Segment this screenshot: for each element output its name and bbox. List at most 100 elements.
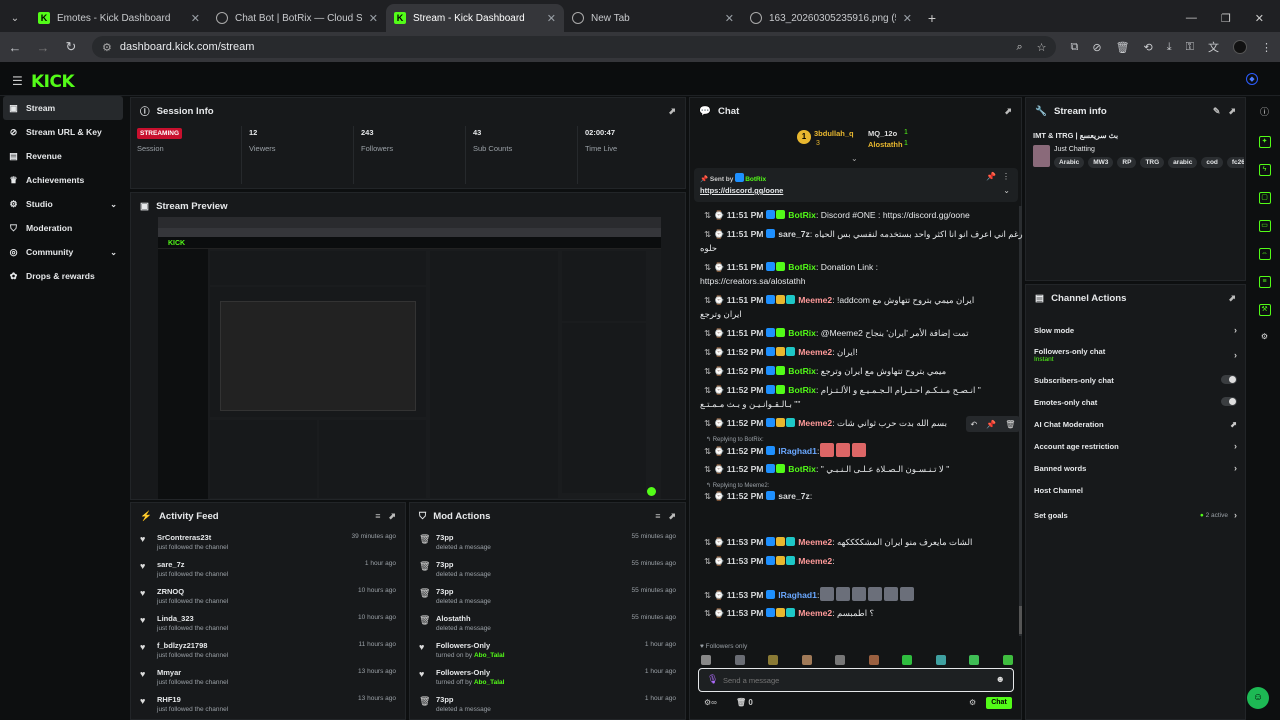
activity-user[interactable]: Linda_323 (157, 614, 350, 623)
mic-icon[interactable]: 🎙 (707, 674, 718, 685)
chat-username[interactable]: Meeme2 (798, 537, 832, 547)
emote-icon[interactable] (835, 655, 846, 665)
chevron-down-icon[interactable]: ⌄ (1003, 186, 1010, 195)
sidebar-item-studio[interactable]: ⚙ Studio ⌄ (3, 192, 123, 216)
close-icon[interactable]: ✕ (725, 12, 734, 25)
rail-chat-icon[interactable]: ▭ (1258, 220, 1271, 232)
chat-username[interactable]: BotRix (788, 328, 816, 338)
activity-item[interactable]: ♥ Mmyar just followed the channel 13 hours … (131, 664, 405, 691)
pin-icon[interactable]: ⇅ (704, 347, 714, 357)
chat-message[interactable]: ⇅ ⌚ 11:52 PM BotRix: " لا تـنـسـون الـصـ… (704, 462, 949, 476)
chat-username[interactable]: lRaghad1 (778, 446, 817, 456)
translate-icon[interactable]: 文 (1208, 39, 1219, 55)
trash-icon[interactable]: 🗑 (1116, 41, 1130, 54)
emote-icon[interactable] (801, 655, 812, 665)
close-icon[interactable]: ✕ (369, 12, 378, 25)
channel-action-subscribers-only-chat[interactable]: Subscribers-only chat (1026, 369, 1245, 391)
popout-icon[interactable]: ⬈ (668, 511, 676, 522)
browser-tab-emotes[interactable]: K Emotes - Kick Dashboard ✕ (30, 4, 208, 32)
top-user-3[interactable]: Alostathh (868, 140, 903, 149)
filter-icon[interactable]: ≡ (375, 511, 380, 522)
sidebar-item-stream[interactable]: ▣ Stream (3, 96, 123, 120)
tag-pill[interactable]: MW3 (1088, 157, 1114, 168)
chat-username[interactable]: BotRix (788, 210, 816, 220)
chat-username[interactable]: BotRix (788, 385, 816, 395)
pin-icon[interactable]: ⇅ (704, 328, 714, 338)
pin-icon[interactable]: ⇅ (704, 229, 714, 239)
browser-tab-image[interactable]: 163_20260305235916.png (500 ✕ (742, 4, 920, 32)
chat-message[interactable]: ⇅ ⌚ 11:52 PM BotRix: انـصـح مـنـكـم احـت… (704, 383, 981, 397)
rail-quick-action-icon[interactable]: ✦ (1258, 136, 1271, 148)
mod-by-user[interactable]: Abo_Talal (474, 652, 505, 659)
rail-shortcut-icon[interactable]: ⇔ (1258, 248, 1271, 260)
mod-action-item[interactable]: 🗑 Alostathh deleted a message 55 minutes ag… (410, 610, 685, 637)
download-icon[interactable]: ⤓ (1167, 41, 1172, 54)
mod-target[interactable]: Followers-Only (436, 668, 637, 677)
filter-icon[interactable]: ≡ (655, 511, 660, 522)
sidebar-item-community[interactable]: ◎ Community ⌄ (3, 240, 123, 264)
activity-item[interactable]: ♥ SrContreras23t just followed the channel… (131, 529, 405, 556)
trash-icon[interactable]: 🗑 (1005, 420, 1015, 429)
pinned-message[interactable]: 📌 Sent by BotRix https://discord.gg/oone… (694, 168, 1018, 202)
stream-category[interactable]: Just Chatting (1054, 146, 1095, 153)
pin-icon[interactable]: ⇅ (704, 385, 714, 395)
activity-user[interactable]: RHF19 (157, 695, 350, 704)
mod-action-item[interactable]: 🗑 73pp deleted a message 1 hour ago (410, 691, 685, 718)
chat-username[interactable]: sare_7z (778, 491, 810, 501)
chat-username[interactable]: lRaghad1 (778, 590, 817, 600)
reload-icon[interactable]: ↻ (64, 39, 78, 55)
rail-clip-icon[interactable]: ▢ (1258, 192, 1271, 204)
pin-icon[interactable]: ⇅ (704, 295, 714, 305)
chat-username[interactable]: Meeme2 (798, 608, 832, 618)
forward-icon[interactable]: → (36, 40, 50, 55)
popout-icon[interactable]: ⬈ (388, 511, 396, 522)
rail-settings-icon[interactable]: ⚙ (1249, 332, 1280, 341)
pin-icon[interactable]: ⇅ (704, 418, 714, 428)
chat-username[interactable]: Meeme2 (798, 295, 832, 305)
user-avatar[interactable]: ◆ (1246, 73, 1258, 85)
chat-message[interactable]: بـالـقـوانـيـن و بـث مـمـتـع "" (700, 397, 800, 411)
maximize-icon[interactable]: ❐ (1221, 12, 1231, 25)
chat-message[interactable]: ⇅ ⌚ 11:52 PM lRaghad1: (704, 443, 867, 458)
mod-target[interactable]: 73pp (436, 560, 624, 569)
rail-list-icon[interactable]: ≡ (1258, 276, 1271, 288)
pin-icon[interactable]: ⇅ (704, 446, 714, 456)
channel-action-followers-only-chat[interactable]: Followers-only chat Instant › (1026, 341, 1245, 369)
sidebar-item-revenue[interactable]: ▤ Revenue (3, 144, 123, 168)
chat-scrollbar-thumb[interactable] (1019, 606, 1022, 634)
emoji-picker-icon[interactable]: ☻ (996, 674, 1005, 684)
channel-action-account-age-restriction[interactable]: Account age restriction › (1026, 435, 1245, 457)
menu-kebab-icon[interactable]: ⋮ (1261, 41, 1272, 54)
channel-action-ai-chat-moderation[interactable]: AI Chat Moderation ⬈ (1026, 413, 1245, 435)
gear-icon[interactable]: ⚙ (969, 698, 976, 707)
browser-tab-newtab[interactable]: New Tab ✕ (564, 4, 742, 32)
activity-item[interactable]: ♥ RHF19 just followed the channel 13 hours … (131, 691, 405, 718)
chat-username[interactable]: BotRix (788, 262, 816, 272)
close-icon[interactable]: ✕ (191, 12, 200, 25)
emote-icon[interactable] (768, 655, 779, 665)
chat-message[interactable]: ⇅ ⌚ 11:53 PM Meeme2: ؟ اطمبسم (704, 606, 874, 620)
url-field[interactable]: ⚙ dashboard.kick.com/stream ⌕ ☆ (92, 36, 1057, 58)
channel-action-slow-mode[interactable]: Slow mode › (1026, 319, 1245, 341)
mod-by-user[interactable]: Abo_Talal (474, 679, 505, 686)
emote-icon[interactable] (734, 655, 745, 665)
pin-icon[interactable]: ⇅ (704, 262, 714, 272)
chat-input-wrapper[interactable]: 🎙 ☻ (698, 668, 1014, 692)
top-user-1[interactable]: 3bdullah_q (814, 129, 854, 138)
pin-icon[interactable]: 📌 (986, 420, 996, 429)
popout-icon[interactable]: ⬈ (668, 106, 676, 117)
close-icon[interactable]: ✕ (547, 12, 556, 25)
tag-pill[interactable]: arabic (1168, 157, 1198, 168)
rail-wrench-icon[interactable]: ⚒ (1258, 304, 1271, 316)
pin-icon[interactable]: ⇅ (704, 491, 714, 501)
profile-avatar[interactable] (1233, 40, 1247, 54)
activity-item[interactable]: ♥ sare_7z just followed the channel 1 hour … (131, 556, 405, 583)
tag-pill[interactable]: cod (1201, 157, 1223, 168)
pin-icon[interactable]: ⇅ (704, 366, 714, 376)
pin-icon[interactable]: ⇅ (704, 590, 714, 600)
tag-pill[interactable]: fc26 (1226, 157, 1244, 168)
chat-message[interactable]: ⇅ ⌚ 11:52 PM Meeme2: ايران! (704, 345, 858, 359)
sidebar-item-stream-url[interactable]: ⊘ Stream URL & Key (3, 120, 123, 144)
chat-message[interactable]: ⇅ ⌚ 11:52 PM sare_7z: (704, 489, 812, 503)
pin-icon[interactable]: ⇅ (704, 556, 714, 566)
